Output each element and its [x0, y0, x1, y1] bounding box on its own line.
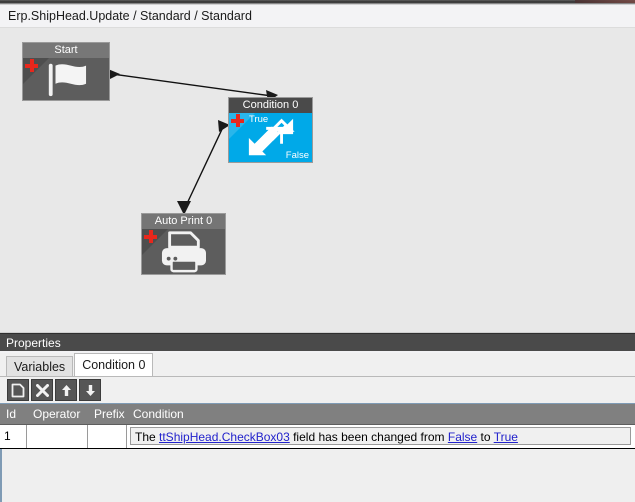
node-auto-print-0-title: Auto Print 0	[142, 214, 225, 229]
tab-condition-0[interactable]: Condition 0	[74, 353, 154, 376]
condition-link-1[interactable]: ttShipHead.CheckBox03	[159, 430, 290, 444]
node-condition-0-body: True False	[229, 113, 312, 162]
condition-link-3[interactable]: False	[448, 430, 477, 444]
condition-text-0: The	[135, 430, 160, 444]
delete-row-button[interactable]	[31, 379, 53, 401]
cell-prefix[interactable]	[88, 425, 127, 448]
window-chrome-accent	[575, 0, 635, 3]
cell-condition[interactable]: The ttShipHead.CheckBox03 field has been…	[127, 425, 635, 448]
column-header-prefix[interactable]: Prefix	[88, 404, 127, 424]
new-row-button[interactable]	[7, 379, 29, 401]
properties-panel-header: Properties	[0, 333, 635, 351]
tab-variables[interactable]: Variables	[6, 356, 74, 376]
cell-operator[interactable]	[27, 425, 88, 448]
arrow-up-icon	[61, 384, 71, 396]
connector-start-to-condition	[111, 73, 273, 97]
application-window: Erp.ShipHead.Update / Standard / Standar…	[0, 0, 635, 502]
breadcrumb: Erp.ShipHead.Update / Standard / Standar…	[8, 9, 252, 23]
column-header-id[interactable]: Id	[0, 404, 27, 424]
move-down-button[interactable]	[79, 379, 101, 401]
plus-badge[interactable]	[25, 59, 38, 72]
cell-id[interactable]: 1	[0, 425, 27, 448]
condition-text-4: to	[477, 430, 494, 444]
properties-tabstrip: Variables Condition 0	[0, 353, 635, 377]
condition-text-2: field has been changed from	[289, 430, 448, 444]
plus-badge[interactable]	[144, 230, 157, 243]
grid-header-row: Id Operator Prefix Condition	[0, 404, 635, 425]
column-header-condition[interactable]: Condition	[127, 404, 635, 424]
condition-editor[interactable]: The ttShipHead.CheckBox03 field has been…	[130, 427, 631, 445]
node-condition-0-title: Condition 0	[229, 98, 312, 113]
move-up-button[interactable]	[55, 379, 77, 401]
workflow-canvas[interactable]: Start Condition 0 True False Auto Print …	[0, 28, 635, 333]
node-start[interactable]: Start	[22, 42, 110, 101]
node-condition-0[interactable]: Condition 0 True False	[228, 97, 313, 163]
grid-empty-area	[0, 449, 635, 502]
table-row[interactable]: 1 The ttShipHead.CheckBox03 field has be…	[0, 425, 635, 449]
close-x-icon	[35, 383, 49, 397]
node-auto-print-0[interactable]: Auto Print 0	[141, 213, 226, 275]
arrow-down-icon	[85, 384, 95, 396]
condition-true-label: True	[249, 114, 269, 125]
node-start-body	[23, 58, 109, 100]
conditions-grid[interactable]: Id Operator Prefix Condition 1 The ttShi…	[0, 403, 635, 502]
tabstrip-filler	[154, 375, 635, 376]
grid-toolbar	[0, 377, 635, 403]
plus-badge[interactable]	[231, 114, 244, 127]
page-icon	[11, 383, 25, 397]
condition-link-5[interactable]: True	[494, 430, 518, 444]
node-start-title: Start	[23, 43, 109, 58]
breadcrumb-bar: Erp.ShipHead.Update / Standard / Standar…	[0, 5, 635, 28]
connector-condition-to-autoprint	[183, 124, 225, 211]
condition-false-label: False	[285, 150, 309, 161]
node-auto-print-0-body	[142, 229, 225, 274]
column-header-operator[interactable]: Operator	[27, 404, 88, 424]
